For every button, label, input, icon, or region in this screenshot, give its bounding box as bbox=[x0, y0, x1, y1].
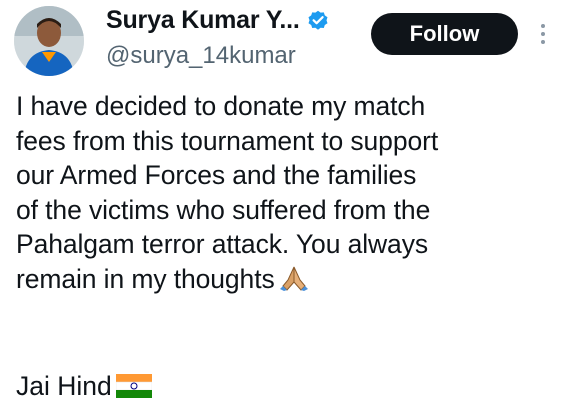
verified-badge-icon bbox=[306, 8, 330, 32]
tweet-card: Surya Kumar Y... @surya_14kumar Follow I… bbox=[0, 0, 576, 417]
display-name-row: Surya Kumar Y... bbox=[106, 2, 356, 38]
india-flag-emoji bbox=[115, 373, 152, 407]
avatar-image bbox=[14, 6, 84, 76]
author-handle[interactable]: @surya_14kumar bbox=[106, 42, 356, 70]
tweet-line: of the victims who suffered from the bbox=[16, 194, 431, 225]
tweet-line: Pahalgam terror attack. You always bbox=[16, 229, 428, 259]
author-display-name[interactable]: Surya Kumar Y... bbox=[106, 6, 300, 35]
follow-button[interactable]: Follow bbox=[371, 13, 518, 55]
folded-hands-emoji bbox=[279, 264, 309, 301]
tweet-text: I have decided to donate my match fees f… bbox=[16, 89, 572, 300]
tweet-line: fees from this tournament to support bbox=[16, 125, 439, 156]
author-avatar[interactable] bbox=[14, 6, 84, 76]
tweet-line: I have decided to donate my match bbox=[16, 91, 426, 121]
closing-text: Jai Hind bbox=[16, 371, 112, 401]
more-dot bbox=[541, 24, 545, 28]
author-info: Surya Kumar Y... @surya_14kumar bbox=[106, 2, 356, 70]
tweet-closing-line: Jai Hind bbox=[16, 369, 152, 407]
tweet-line: remain in my thoughts bbox=[16, 263, 275, 294]
tweet-line: our Armed Forces and the families bbox=[16, 160, 417, 190]
more-dot bbox=[541, 32, 545, 36]
more-dot bbox=[541, 40, 545, 44]
tweet-line-with-emoji: remain in my thoughts bbox=[16, 262, 572, 301]
more-options-icon[interactable] bbox=[530, 14, 556, 54]
